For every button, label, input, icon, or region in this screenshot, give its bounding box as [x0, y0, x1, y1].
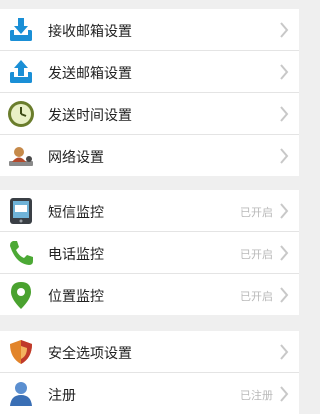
send-mailbox-settings-row[interactable]: 发送邮箱设置 — [0, 51, 299, 93]
chevron-right-icon — [280, 386, 289, 402]
chevron-right-icon — [280, 287, 289, 303]
row-label: 发送时间设置 — [48, 108, 132, 124]
chevron-right-icon — [280, 148, 289, 164]
upload-tray-icon — [10, 60, 32, 83]
send-time-settings-row[interactable]: 发送时间设置 — [0, 93, 299, 135]
chevron-right-icon — [280, 203, 289, 219]
row-label: 电话监控 — [48, 247, 104, 263]
clock-icon — [8, 101, 34, 127]
monitoring-group: 短信监控 已开启 电话监控 已开启 位置监控 已开启 — [0, 190, 299, 315]
phone-handset-icon — [10, 241, 33, 265]
sms-monitor-row[interactable]: 短信监控 已开启 — [0, 190, 299, 232]
chevron-right-icon — [280, 22, 289, 38]
location-monitor-row[interactable]: 位置监控 已开启 — [0, 274, 299, 315]
download-tray-icon — [10, 18, 32, 41]
receive-mailbox-settings-row[interactable]: 接收邮箱设置 — [0, 9, 299, 51]
row-label: 位置监控 — [48, 289, 104, 305]
status-text: 已注册 — [240, 389, 273, 402]
status-text: 已开启 — [240, 290, 273, 303]
status-text: 已开启 — [240, 248, 273, 261]
chevron-right-icon — [280, 245, 289, 261]
row-label: 接收邮箱设置 — [48, 24, 132, 40]
network-user-icon — [9, 147, 33, 166]
security-shield-icon — [10, 340, 32, 364]
user-icon — [10, 382, 32, 406]
row-label: 注册 — [48, 388, 76, 404]
chevron-right-icon — [280, 106, 289, 122]
email-settings-group: 接收邮箱设置 发送邮箱设置 发送时间设置 网络设置 — [0, 9, 299, 176]
chevron-right-icon — [280, 344, 289, 360]
row-label: 短信监控 — [48, 205, 104, 221]
row-label: 发送邮箱设置 — [48, 66, 132, 82]
location-pin-icon — [11, 282, 31, 309]
chevron-right-icon — [280, 64, 289, 80]
register-row[interactable]: 注册 已注册 — [0, 373, 299, 414]
settings-screen: 接收邮箱设置 发送邮箱设置 发送时间设置 网络设置 短信监控 已开启 电话监控 … — [0, 0, 299, 414]
row-label: 安全选项设置 — [48, 346, 132, 362]
phone-monitor-row[interactable]: 电话监控 已开启 — [0, 232, 299, 274]
network-settings-row[interactable]: 网络设置 — [0, 135, 299, 176]
security-options-row[interactable]: 安全选项设置 — [0, 331, 299, 373]
account-group: 安全选项设置 注册 已注册 — [0, 331, 299, 414]
row-label: 网络设置 — [48, 150, 104, 166]
sms-phone-icon — [10, 198, 32, 224]
status-text: 已开启 — [240, 206, 273, 219]
